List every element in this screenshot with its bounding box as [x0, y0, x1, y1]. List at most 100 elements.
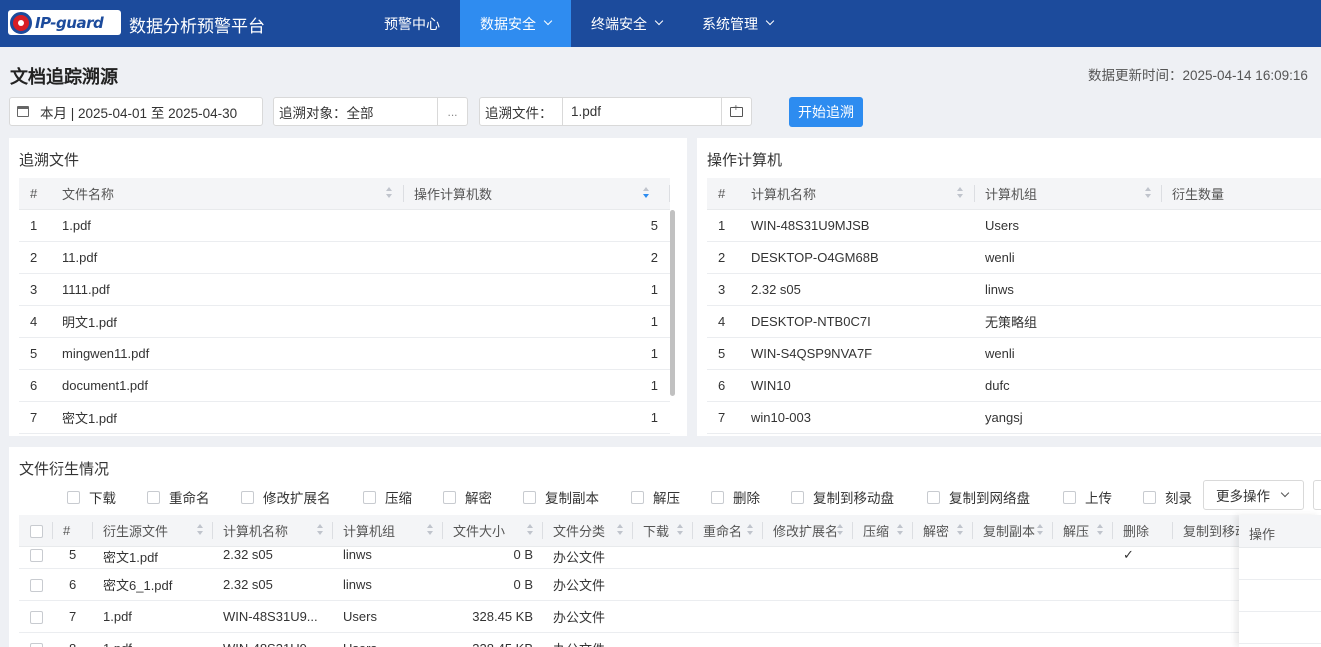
checkbox[interactable]: [711, 490, 724, 504]
sort-icon[interactable]: [386, 187, 393, 200]
checkbox[interactable]: [927, 490, 940, 504]
column-header-computer-count[interactable]: 操作计算机数: [404, 178, 670, 210]
table-row[interactable]: 6 密文6_1.pdf 2.32 s05 linws 0 B 办公文件: [19, 568, 1321, 601]
computer-group-cell: linws: [975, 273, 1162, 306]
column-header-6[interactable]: 下载: [633, 515, 693, 547]
column-header-file-name[interactable]: 文件名称: [52, 178, 404, 210]
operation-filter-2[interactable]: 修改扩展名: [241, 487, 331, 507]
checkbox[interactable]: [241, 490, 254, 504]
operation-filter-7[interactable]: 删除: [711, 487, 760, 507]
table-row[interactable]: 2 DESKTOP-O4GM68B wenli: [707, 241, 1321, 274]
column-header-10[interactable]: 解密: [913, 515, 973, 547]
row-checkbox[interactable]: [30, 548, 43, 562]
select-target-button[interactable]: ...: [437, 98, 467, 125]
column-header-derived-count[interactable]: 衍生数量: [1162, 178, 1321, 210]
more-operations-dropdown[interactable]: 更多操作: [1203, 480, 1304, 510]
row-checkbox[interactable]: [30, 610, 43, 624]
nav-item-endpoint-security[interactable]: 终端安全: [571, 0, 682, 47]
table-row[interactable]: 3 2.32 s05 linws: [707, 273, 1321, 306]
column-header-5[interactable]: 文件分类: [543, 515, 633, 547]
checkbox[interactable]: [791, 490, 804, 504]
checkbox[interactable]: [1143, 490, 1156, 504]
operation-filter-9[interactable]: 复制到网络盘: [927, 487, 1030, 507]
table-row[interactable]: 1 1.pdf 5: [19, 209, 670, 242]
trace-target-field[interactable]: 追溯对象：全部 ...: [273, 97, 468, 126]
date-range-picker[interactable]: 本月 | 2025-04-01 至 2025-04-30: [9, 97, 263, 126]
sort-icon[interactable]: [317, 524, 324, 537]
file-name-cell: 1111.pdf: [52, 273, 404, 306]
sort-icon[interactable]: [1145, 187, 1152, 200]
operation-filter-label: 删除: [733, 491, 760, 506]
select-all-checkbox[interactable]: [30, 524, 43, 538]
column-header-computer-name[interactable]: 计算机名称: [741, 178, 975, 210]
row-checkbox[interactable]: [30, 642, 43, 647]
operation-filter-11[interactable]: 刻录: [1143, 487, 1192, 507]
table-row[interactable]: 7 密文1.pdf 1: [19, 401, 670, 434]
trace-file-field[interactable]: 追溯文件： 1.pdf: [479, 97, 752, 126]
table-row[interactable]: 5 mingwen11.pdf 1: [19, 337, 670, 370]
browse-file-button[interactable]: [721, 98, 751, 125]
table-row[interactable]: 3 1111.pdf 1: [19, 273, 670, 306]
checkbox[interactable]: [363, 490, 376, 504]
table-row[interactable]: 6 document1.pdf 1: [19, 369, 670, 402]
column-header-0: #: [53, 515, 93, 547]
sort-icon[interactable]: [747, 524, 754, 537]
operation-filter-10[interactable]: 上传: [1063, 487, 1112, 507]
computer-name-cell: WIN-S4QSP9NVA7F: [741, 337, 975, 370]
sort-icon[interactable]: [677, 524, 684, 537]
table-row[interactable]: 5 密文1.pdf 2.32 s05 linws 0 B 办公文件 ✓: [19, 546, 1321, 569]
checkbox[interactable]: [67, 490, 80, 504]
next-button[interactable]: [1313, 480, 1321, 510]
operation-filter-4[interactable]: 解密: [443, 487, 492, 507]
sort-icon[interactable]: [957, 187, 964, 200]
checkbox[interactable]: [147, 490, 160, 504]
column-label: 文件大小: [453, 523, 506, 539]
sort-icon[interactable]: [897, 524, 904, 537]
table-row[interactable]: 2 11.pdf 2: [19, 241, 670, 274]
checkbox[interactable]: [1063, 490, 1076, 504]
operation-filter-6[interactable]: 解压: [631, 487, 680, 507]
sort-icon[interactable]: [1097, 524, 1104, 537]
sort-desc-icon[interactable]: [643, 187, 650, 200]
checkbox[interactable]: [523, 490, 536, 504]
operation-filter-3[interactable]: 压缩: [363, 487, 412, 507]
sort-icon[interactable]: [197, 524, 204, 537]
sort-icon[interactable]: [837, 524, 844, 537]
column-header-2[interactable]: 计算机名称: [213, 515, 333, 547]
table-row[interactable]: 6 WIN10 dufc: [707, 369, 1321, 402]
operation-filter-1[interactable]: 重命名: [147, 487, 210, 507]
checkbox[interactable]: [443, 490, 456, 504]
column-header-12[interactable]: 解压: [1053, 515, 1113, 547]
table-row[interactable]: 7 win10-003 yangsj: [707, 401, 1321, 434]
column-header-9[interactable]: 压缩: [853, 515, 913, 547]
sort-icon[interactable]: [427, 524, 434, 537]
start-trace-button[interactable]: 开始追溯: [789, 97, 863, 127]
scrollbar-thumb[interactable]: [670, 210, 675, 396]
table-row[interactable]: 7 1.pdf WIN-48S31U9... Users 328.45 KB 办公文件: [19, 600, 1321, 633]
nav-item-data-security[interactable]: 数据安全: [460, 0, 571, 47]
column-header-1[interactable]: 衍生源文件: [93, 515, 213, 547]
table-row[interactable]: 1 WIN-48S31U9MJSB Users: [707, 209, 1321, 242]
column-label: 重命名: [703, 523, 743, 539]
nav-item-system-management[interactable]: 系统管理: [682, 0, 793, 47]
column-header-7[interactable]: 重命名: [693, 515, 763, 547]
column-header-4[interactable]: 文件大小: [443, 515, 543, 547]
sort-icon[interactable]: [957, 524, 964, 537]
operation-filter-5[interactable]: 复制副本: [523, 487, 599, 507]
column-header-8[interactable]: 修改扩展名: [763, 515, 853, 547]
table-row[interactable]: 5 WIN-S4QSP9NVA7F wenli: [707, 337, 1321, 370]
row-checkbox[interactable]: [30, 578, 43, 592]
nav-item-alert-center[interactable]: 预警中心: [364, 0, 460, 47]
sort-icon[interactable]: [1037, 524, 1044, 537]
sort-icon[interactable]: [527, 524, 534, 537]
column-header-3[interactable]: 计算机组: [333, 515, 443, 547]
column-header-computer-group[interactable]: 计算机组: [975, 178, 1162, 210]
table-row[interactable]: 4 明文1.pdf 1: [19, 305, 670, 338]
checkbox[interactable]: [631, 490, 644, 504]
operation-filter-8[interactable]: 复制到移动盘: [791, 487, 894, 507]
sort-icon[interactable]: [617, 524, 624, 537]
table-row[interactable]: 81.pdfWIN-48S31U9...Users328.45 KB办公文件: [19, 632, 1321, 647]
column-header-11[interactable]: 复制副本: [973, 515, 1053, 547]
operation-filter-0[interactable]: 下载: [67, 487, 116, 507]
table-row[interactable]: 4 DESKTOP-NTB0C7I 无策略组: [707, 305, 1321, 338]
